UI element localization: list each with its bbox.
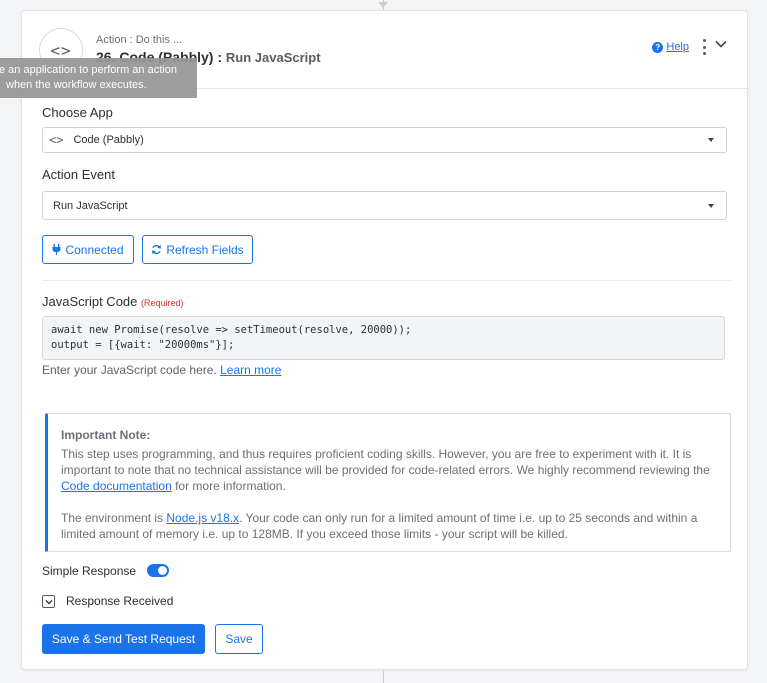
response-received-expand[interactable] [42,595,55,608]
important-note: Important Note: This step uses programmi… [45,413,731,552]
help-label: Help [666,41,689,53]
simple-response-toggle[interactable] [147,564,169,577]
connected-label: Connected [65,242,124,257]
app-tooltip: e an application to perform an action wh… [0,58,197,98]
save-button[interactable]: Save [215,624,263,654]
simple-response-label: Simple Response [42,564,137,578]
learn-more-link[interactable]: Learn more [220,363,281,377]
more-options-icon[interactable] [701,39,707,55]
tooltip-line-1: e an application to perform an action [0,64,177,76]
code-icon: <> [49,133,64,147]
code-line-2: output = [{wait: "20000ms"}]; [51,339,235,351]
action-label: Action : Do this ... [96,34,183,46]
tooltip-line-2: when the workflow executes. [6,79,147,91]
save-send-test-button[interactable]: Save & Send Test Request [42,624,205,654]
step-event: Run JavaScript [225,50,321,65]
javascript-code-label: JavaScript Code (Required) [42,294,184,309]
nodejs-link[interactable]: Node.js v18.x [166,511,239,525]
connector-arrow-icon [378,2,388,8]
dropdown-caret-icon [708,203,714,208]
choose-app-label: Choose App [42,105,113,120]
required-marker: (Required) [141,298,184,308]
section-divider [42,280,732,281]
code-hint-text: Enter your JavaScript code here. [42,363,217,377]
connected-button[interactable]: Connected [42,235,134,264]
help-link[interactable]: ? Help [652,41,689,53]
action-event-label: Action Event [42,167,115,182]
javascript-code-label-text: JavaScript Code [42,294,138,309]
note-p1-tail: for more information. [175,479,286,493]
code-documentation-link[interactable]: Code documentation [61,479,172,493]
connector-bottom [383,670,384,683]
action-event-select[interactable]: Run JavaScript [42,191,727,220]
choose-app-value: Code (Pabbly) [73,134,144,146]
note-paragraph-1: This step uses programming, and thus req… [61,446,717,494]
plug-icon [52,244,61,255]
code-line-1: await new Promise(resolve => setTimeout(… [51,324,412,336]
note-paragraph-2: The environment is Node.js v18.x. Your c… [61,510,717,542]
refresh-icon [152,244,162,255]
chevron-down-icon [45,599,52,604]
code-hint: Enter your JavaScript code here. Learn m… [42,363,281,377]
note-p2-lead: The environment is [61,511,164,525]
dropdown-caret-icon [708,138,714,142]
refresh-fields-label: Refresh Fields [166,242,244,257]
chevron-down-icon[interactable] [715,38,727,50]
refresh-fields-button[interactable]: Refresh Fields [142,235,253,264]
action-event-value: Run JavaScript [53,199,128,212]
toggle-knob [158,566,167,575]
javascript-code-editor[interactable]: await new Promise(resolve => setTimeout(… [42,316,725,360]
help-icon: ? [652,41,664,53]
choose-app-select[interactable]: <> Code (Pabbly) [42,127,727,153]
note-p1-text: This step uses programming, and thus req… [61,447,710,477]
response-received-label: Response Received [66,594,174,608]
note-title: Important Note: [61,428,151,442]
